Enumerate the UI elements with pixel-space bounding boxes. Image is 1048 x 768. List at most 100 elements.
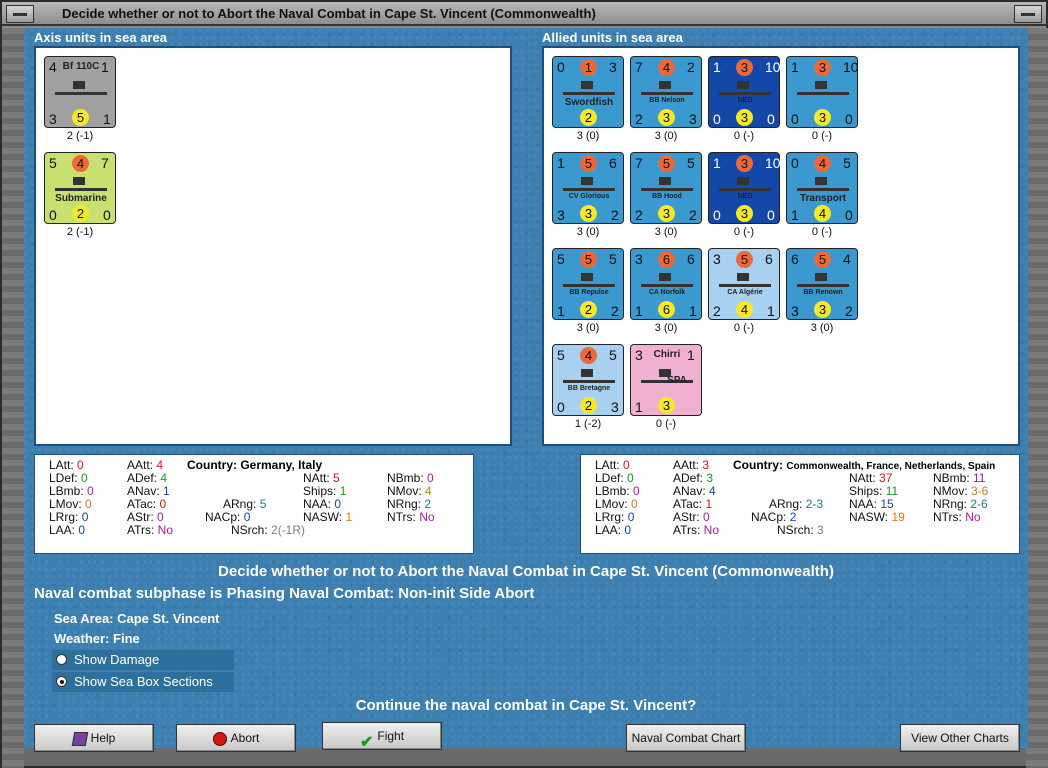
unit-counter[interactable]: 1 10 0 0 3 3 NED — [708, 56, 781, 128]
stat-lbmb: LBmb: 0 — [49, 484, 94, 498]
unit-silhouette-icon — [55, 81, 107, 95]
unit-counter[interactable]: 1 10 0 0 3 3 NED — [708, 152, 781, 224]
stat-ships: Ships: 1 — [303, 484, 346, 498]
unit-silhouette-icon — [797, 81, 849, 95]
stat-latt: LAtt: 0 — [595, 458, 630, 472]
show-damage-radio[interactable] — [56, 654, 67, 665]
stat-nmov: NMov: 4 — [387, 484, 432, 498]
stat-key: LMov: — [595, 497, 632, 511]
show-damage-option[interactable]: Show Damage — [52, 650, 234, 670]
unit-silhouette-icon — [797, 177, 849, 191]
stat-key: NACp: — [751, 510, 790, 524]
stat-ldef: LDef: 0 — [49, 471, 88, 485]
defense-value: 3 — [580, 205, 597, 222]
unit-value: 0 — [557, 399, 565, 415]
stat-naa: NAA: 15 — [849, 497, 894, 511]
unit-counter[interactable]: 4 1 3 1 5 Bf 110C — [44, 56, 116, 128]
stat-value: 1 — [345, 510, 353, 524]
stat-value: 0 — [623, 458, 630, 472]
unit-silhouette-icon — [641, 81, 693, 95]
show-sea-box-option[interactable]: Show Sea Box Sections — [52, 672, 234, 692]
stat-value: 0 — [243, 510, 251, 524]
stat-nbmb: NBmb: 0 — [387, 471, 434, 485]
defense-value: 2 — [580, 397, 597, 414]
unit-value: 6 — [791, 251, 799, 267]
stat-key: LAtt: — [49, 458, 78, 472]
axis-area: 4 1 3 1 5 Bf 110C 2 (-1) 5 7 0 0 4 2 Submarine 2 (-1) — [34, 46, 512, 446]
show-sea-box-radio[interactable] — [56, 676, 67, 687]
stat-value: 0 — [703, 510, 710, 524]
unit-value: 6 — [687, 251, 695, 267]
other-charts-button[interactable]: View Other Charts — [900, 724, 1020, 752]
unit-value: 5 — [687, 155, 695, 171]
naval-chart-label: Naval Combat Chart — [631, 731, 741, 745]
stat-value: 0 — [631, 497, 638, 511]
stat-value: 4 — [425, 484, 432, 498]
minimize-button[interactable] — [6, 5, 34, 23]
unit-counter[interactable]: 3 6 2 1 5 4 CA Algérie — [708, 248, 780, 320]
stat-nsrch: NSrch: 3 — [777, 523, 824, 537]
window-frame: Decide whether or not to Abort the Naval… — [0, 0, 1048, 768]
stat-nmov: NMov: 3-6 — [933, 484, 988, 498]
fight-button-label: Fight — [377, 729, 405, 743]
defense-value: 3 — [658, 397, 675, 414]
unit-counter[interactable]: 5 7 0 0 4 2 Submarine — [44, 152, 116, 224]
no-entry-icon — [212, 731, 227, 746]
unit-counter[interactable]: 5 5 0 3 4 2 BB Bretagne — [552, 344, 624, 416]
stat-value: 0 — [81, 510, 89, 524]
unit-value: 7 — [635, 59, 643, 75]
unit-counter[interactable]: 0 3 1 2 Swordfish — [552, 56, 624, 128]
unit-value: 3 — [713, 251, 721, 267]
defense-value: 3 — [814, 301, 831, 318]
defense-value: 2 — [580, 109, 597, 126]
attack-value: 3 — [736, 59, 753, 76]
unit-value: 2 — [635, 207, 643, 223]
defense-value: 3 — [658, 109, 675, 126]
other-charts-label: View Other Charts — [911, 731, 1009, 745]
unit-value: 2 — [611, 303, 619, 319]
defense-value: 2 — [72, 205, 89, 222]
unit-counter[interactable]: 1 6 3 2 5 3 CV Glorious — [552, 152, 624, 224]
unit-status-label: 1 (-2) — [574, 418, 602, 430]
unit-value: 1 — [791, 207, 799, 223]
unit-counter[interactable]: 6 4 3 2 5 3 BB Renown — [786, 248, 858, 320]
stat-value: 0 — [627, 510, 635, 524]
naval-chart-button[interactable]: Naval Combat Chart — [626, 724, 746, 752]
unit-value: 1 — [713, 59, 721, 75]
unit-counter[interactable]: 3 1 1 3 Chirri SPA — [630, 344, 702, 416]
attack-value: 4 — [658, 59, 675, 76]
unit-counter[interactable]: 3 6 1 1 6 6 CA Norfolk — [630, 248, 702, 320]
defense-value: 4 — [736, 301, 753, 318]
stat-arng: ARng: 2-3 — [769, 497, 823, 511]
unit-value: 1 — [689, 303, 697, 319]
stat-key: NRng: — [933, 497, 971, 511]
stat-key: LBmb: — [595, 484, 634, 498]
stat-key: NAtt: — [849, 471, 880, 485]
country-value: Germany, Italy — [240, 458, 323, 472]
unit-status-label: 3 (0) — [810, 322, 834, 334]
unit-value: 7 — [101, 155, 109, 171]
stat-value: 2 — [424, 497, 432, 511]
unit-counter[interactable]: 7 5 2 2 5 3 BB Hood — [630, 152, 702, 224]
unit-name: Chirri — [653, 349, 681, 360]
unit-status-label: 3 (0) — [654, 226, 678, 238]
unit-silhouette-icon — [641, 273, 693, 287]
abort-button[interactable]: Abort — [176, 724, 296, 752]
unit-value: 5 — [557, 251, 565, 267]
attack-value: 3 — [736, 155, 753, 172]
unit-counter[interactable]: 0 5 1 0 4 4 Transport — [786, 152, 858, 224]
unit-counter[interactable]: 7 2 2 3 4 3 BB Nelson — [630, 56, 702, 128]
fight-button[interactable]: ✔ Fight — [322, 722, 442, 751]
defense-value: 3 — [736, 205, 753, 222]
unit-value: 1 — [635, 303, 643, 319]
help-button[interactable]: Help — [34, 724, 154, 752]
stat-value: 0 — [633, 484, 640, 498]
stat-value: 5 — [259, 497, 267, 511]
unit-counter[interactable]: 5 5 1 2 5 2 BB Repulse — [552, 248, 624, 320]
defense-value: 3 — [814, 109, 831, 126]
stat-key: LAA: — [595, 523, 625, 537]
window-button[interactable] — [1014, 5, 1042, 23]
unit-counter[interactable]: 1 10 0 0 3 3 — [786, 56, 859, 128]
stat-key: NASW: — [849, 510, 892, 524]
stat-lbmb: LBmb: 0 — [595, 484, 640, 498]
